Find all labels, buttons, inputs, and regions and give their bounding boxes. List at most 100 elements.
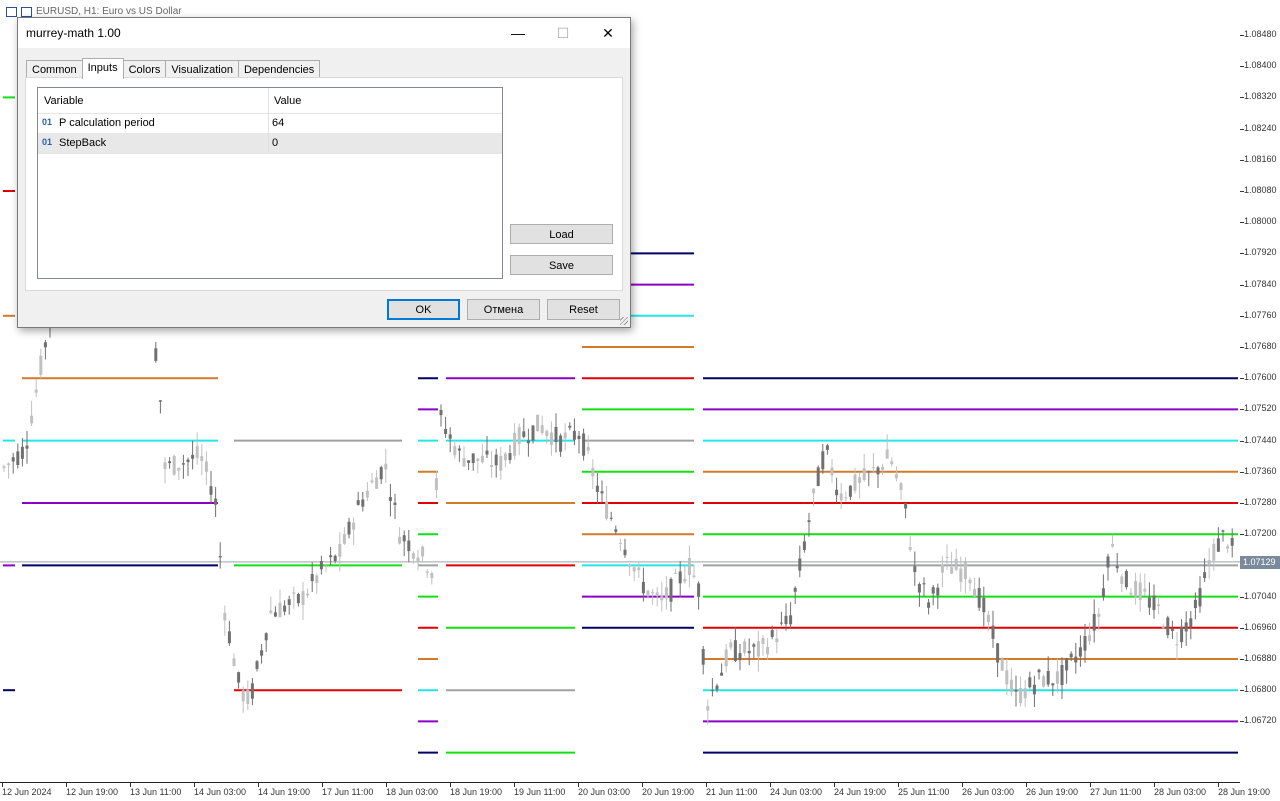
candle-body (1152, 595, 1156, 610)
candle-body (522, 431, 526, 437)
close-button[interactable]: ✕ (585, 18, 631, 48)
cancel-button[interactable]: Отмена (467, 299, 540, 320)
table-row[interactable]: 01 StepBack 0 (38, 133, 502, 154)
candle-body (628, 564, 632, 567)
candle-body (844, 497, 848, 499)
candle-body (186, 459, 190, 463)
candle-body (802, 541, 806, 550)
time-label: 26 Jun 19:00 (1026, 787, 1079, 797)
candle-body (526, 440, 530, 444)
candle-body (411, 553, 415, 559)
candle-body (218, 555, 222, 558)
candle-body (347, 521, 351, 535)
candle-body (536, 414, 540, 432)
time-label: 18 Jun 03:00 (386, 787, 439, 797)
candle-body (683, 578, 687, 582)
tab-dependencies[interactable]: Dependencies (237, 60, 321, 78)
candle-body (273, 612, 277, 617)
candle-body (306, 593, 310, 596)
candle-body (158, 400, 162, 402)
price-axis[interactable]: 1.08480 1.08400 1.08320 1.08240 1.08160 1.080… (1240, 0, 1280, 800)
price-label: 1.06720 (1244, 715, 1277, 726)
tab-inputs[interactable]: Inputs (81, 58, 124, 79)
dialog-titlebar[interactable]: murrey-math 1.00 — ☐ ✕ (18, 18, 630, 48)
candle-body (899, 483, 903, 491)
load-button[interactable]: Load (510, 224, 613, 244)
table-row[interactable]: 01 P calculation period 64 (38, 113, 502, 134)
inputs-panel: Variable Value 01 P calculation period 6… (25, 77, 623, 291)
price-label: 1.08240 (1244, 122, 1277, 133)
time-label: 20 Jun 19:00 (642, 787, 695, 797)
chart-header: EURUSD, H1: Euro vs US Dollar (6, 6, 182, 17)
tab-visualization[interactable]: Visualization (165, 60, 239, 78)
candle-body (917, 583, 921, 593)
candle-body (1175, 644, 1179, 646)
candle-body (342, 534, 346, 544)
candle-body (908, 547, 912, 550)
candle-body (16, 451, 20, 465)
variable-value[interactable]: 64 (272, 117, 284, 129)
candle-body (333, 555, 337, 562)
reset-button[interactable]: Reset (547, 299, 620, 320)
time-axis[interactable]: 12 Jun 2024 12 Jun 19:00 13 Jun 11:00 14 Ju… (0, 782, 1270, 801)
candle-body (729, 642, 733, 648)
price-label: 1.07440 (1244, 434, 1277, 445)
candle-body (1032, 684, 1036, 695)
time-label: 24 Jun 03:00 (770, 787, 823, 797)
save-button[interactable]: Save (510, 255, 613, 275)
chart-list-icon (6, 6, 17, 17)
dialog-title: murrey-math 1.00 (26, 26, 121, 40)
minimize-button[interactable]: — (495, 18, 541, 48)
price-label: 1.07600 (1244, 372, 1277, 383)
candle-body (595, 485, 599, 492)
candle-body (352, 522, 356, 530)
candle-body (600, 491, 604, 494)
tab-common[interactable]: Common (26, 60, 83, 78)
candle-body (204, 461, 208, 472)
candle-body (1046, 671, 1050, 685)
price-label: 1.07760 (1244, 309, 1277, 320)
candle-body (549, 432, 553, 445)
candle-body (430, 573, 434, 579)
candle-body (651, 592, 655, 594)
candle-body (991, 625, 995, 639)
candle-body (30, 415, 34, 424)
candle-body (637, 567, 641, 571)
candle-body (733, 640, 737, 661)
time-label: 12 Jun 2024 (2, 787, 52, 797)
candle-body (697, 583, 701, 597)
candle-body (890, 461, 894, 465)
candle-body (39, 355, 43, 375)
price-label: 1.07360 (1244, 465, 1277, 476)
ok-button[interactable]: OK (387, 299, 460, 320)
variable-value[interactable]: 0 (272, 137, 278, 149)
candle-body (687, 558, 691, 576)
candle-body (172, 455, 176, 475)
candle-body (177, 467, 181, 471)
candle-body (545, 430, 549, 437)
candle-body (154, 348, 158, 361)
candle-body (255, 661, 259, 669)
resize-grip-icon[interactable] (620, 317, 628, 325)
chart-bars-icon (21, 6, 32, 17)
inputs-table[interactable]: Variable Value 01 P calculation period 6… (37, 87, 503, 279)
candle-body (278, 602, 282, 618)
integer-type-icon: 01 (42, 137, 53, 147)
candle-body (743, 641, 747, 653)
candle-body (195, 446, 199, 459)
price-label: 1.08400 (1244, 60, 1277, 71)
candle-body (1143, 588, 1147, 592)
candle-body (1207, 560, 1211, 565)
price-label: 1.06880 (1244, 653, 1277, 663)
candle-body (540, 425, 544, 434)
candle-body (1147, 597, 1151, 608)
candle-body (319, 561, 323, 570)
tab-colors[interactable]: Colors (122, 60, 167, 78)
candle-body (692, 575, 696, 577)
column-header-value[interactable]: Value (274, 95, 301, 107)
column-header-variable[interactable]: Variable (44, 95, 84, 107)
maximize-button[interactable]: ☐ (540, 18, 586, 48)
candle-body (214, 498, 218, 505)
candle-body (1221, 530, 1225, 532)
maximize-icon: ☐ (556, 24, 570, 41)
